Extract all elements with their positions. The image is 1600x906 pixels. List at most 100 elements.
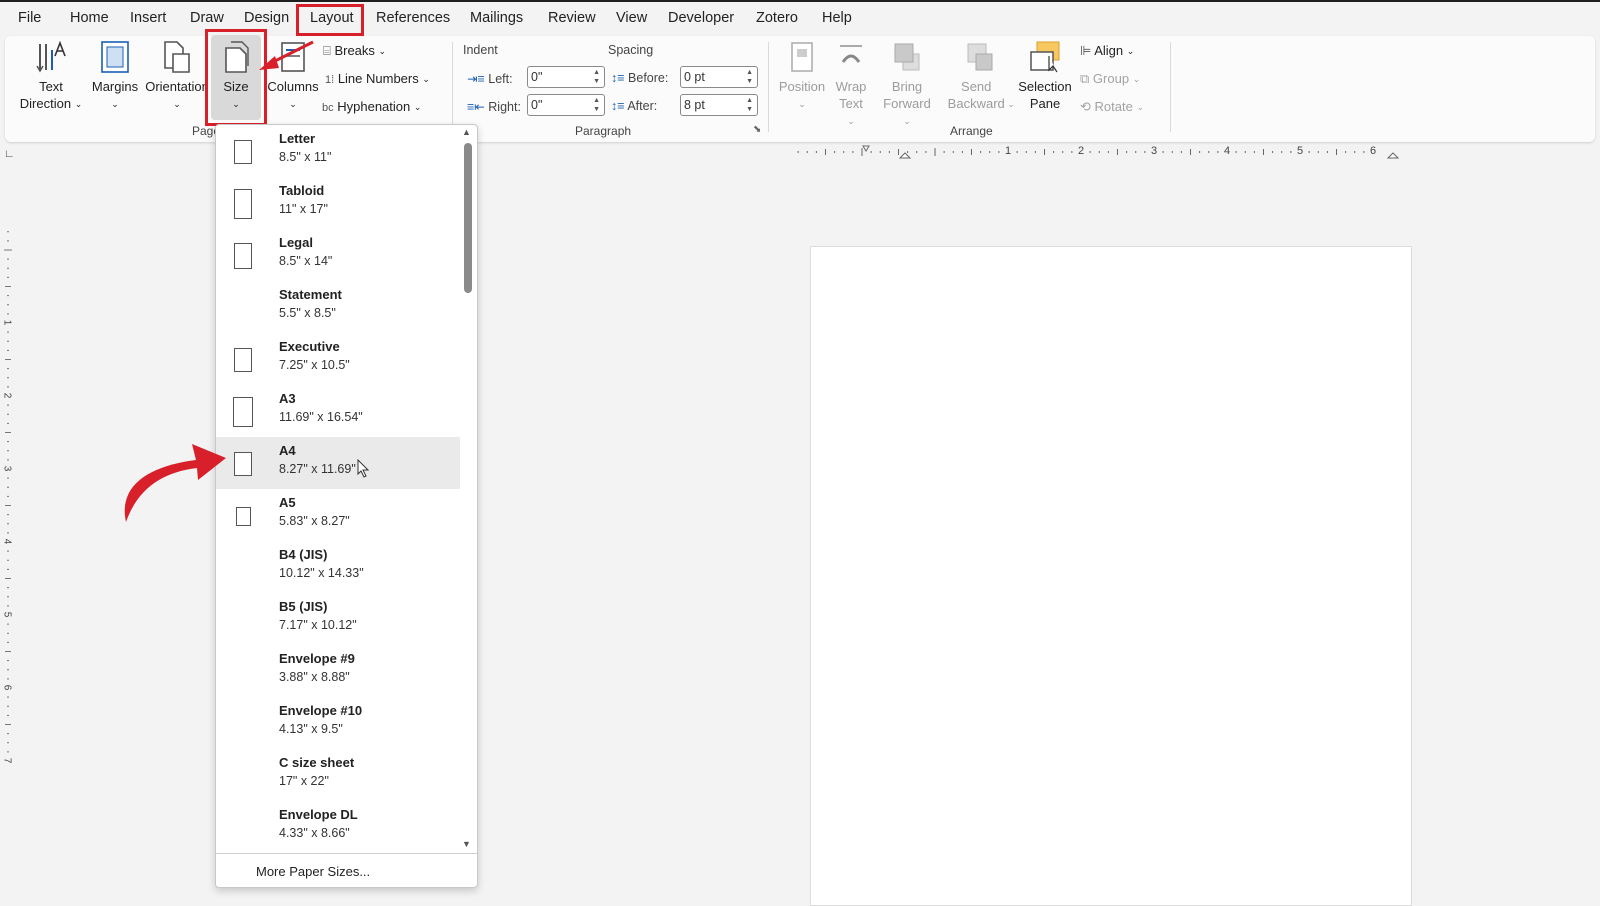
paper-size-dimensions: 3.88" x 8.88": [279, 670, 350, 684]
spacing-after-text: After:: [627, 99, 658, 113]
ruler-label: 3: [1151, 145, 1158, 157]
margins-label: Margins: [91, 79, 139, 94]
page-outline-icon: [234, 452, 252, 476]
paper-size-item[interactable]: B4 (JIS) 10.12" x 14.33": [216, 541, 460, 593]
hyphenation-icon: bc: [322, 102, 334, 114]
spacing-after-field[interactable]: 8 pt ▲ ▼: [680, 94, 758, 116]
chevron-down-icon: ⌄: [1126, 46, 1135, 56]
paper-size-item[interactable]: Letter 8.5" x 11": [216, 125, 460, 177]
selection-pane-icon: [1030, 41, 1060, 73]
paper-size-item[interactable]: Envelope DL 4.33" x 8.66": [216, 801, 460, 853]
line-numbers-icon: 1⁞: [325, 74, 335, 86]
text-direction-button[interactable]: Text Direction ⌄: [18, 40, 84, 114]
wrap-text-button[interactable]: Wrap Text ⌄: [828, 40, 874, 131]
indent-left-field[interactable]: 0" ▲ ▼: [527, 66, 605, 88]
page-outline-icon: [233, 397, 253, 427]
selection-pane-label: Selection Pane: [1018, 79, 1072, 111]
paper-size-name: Letter: [279, 131, 316, 146]
spinner-arrows-icon[interactable]: ▲ ▼: [746, 68, 753, 86]
vertical-ruler: [4, 231, 12, 762]
paper-size-item[interactable]: C size sheet 17" x 22": [216, 749, 460, 801]
horizontal-ruler: [790, 145, 1410, 159]
rotate-button[interactable]: ⟲ Rotate ⌄: [1080, 99, 1144, 115]
document-page[interactable]: [810, 246, 1412, 906]
spacing-before-field[interactable]: 0 pt ▲ ▼: [680, 66, 758, 88]
text-direction-icon: [36, 40, 66, 73]
send-backward-label: Send Backward: [947, 79, 1005, 111]
arrange-group-label: Arrange: [950, 124, 993, 138]
paper-size-item[interactable]: Statement 5.5" x 8.5": [216, 281, 460, 333]
tab-help[interactable]: Help: [822, 10, 852, 32]
align-icon: ⊫: [1080, 43, 1092, 58]
paper-size-dimensions: 4.33" x 8.66": [279, 826, 350, 840]
indent-left-icon: ⇥≡: [467, 72, 485, 86]
paper-size-dimensions: 8.27" x 11.69": [279, 462, 356, 476]
tab-mailings[interactable]: Mailings: [470, 10, 523, 32]
tab-developer[interactable]: Developer: [668, 10, 734, 32]
paragraph-group-label: Paragraph: [575, 124, 632, 138]
more-paper-sizes-link[interactable]: More Paper Sizes...: [256, 864, 370, 879]
paper-size-item[interactable]: Envelope #10 4.13" x 9.5": [216, 697, 460, 749]
bring-forward-button[interactable]: Bring Forward ⌄: [876, 40, 938, 131]
group-button[interactable]: ⧉ Group ⌄: [1080, 71, 1140, 87]
spacing-before-value: 0 pt: [684, 70, 705, 84]
breaks-label: Breaks: [334, 43, 375, 58]
red-pointer-arrow-icon: [259, 40, 314, 70]
align-label: Align: [1094, 43, 1124, 58]
tab-references[interactable]: References: [376, 10, 450, 32]
tab-insert[interactable]: Insert: [130, 10, 166, 32]
align-button[interactable]: ⊫ Align ⌄: [1080, 43, 1134, 59]
spacing-after-value: 8 pt: [684, 98, 705, 112]
paper-size-item[interactable]: Executive 7.25" x 10.5": [216, 333, 460, 385]
tab-review[interactable]: Review: [548, 10, 596, 32]
margins-button[interactable]: Margins ⌄: [88, 40, 142, 114]
paper-size-item[interactable]: B5 (JIS) 7.17" x 10.12": [216, 593, 460, 645]
chevron-down-icon: ⌄: [1132, 74, 1141, 84]
paper-size-item[interactable]: A4 8.27" x 11.69": [216, 437, 460, 489]
bring-forward-icon: [894, 43, 920, 71]
hyphenation-button[interactable]: bc Hyphenation ⌄: [322, 99, 421, 114]
position-label: Position: [778, 79, 826, 94]
paper-size-item[interactable]: A5 5.83" x 8.27": [216, 489, 460, 541]
send-backward-button[interactable]: Send Backward ⌄: [944, 40, 1016, 114]
spinner-arrows-icon[interactable]: ▲ ▼: [593, 68, 600, 86]
paper-size-item[interactable]: A3 11.69" x 16.54": [216, 385, 460, 437]
send-backward-icon: [967, 43, 993, 71]
tab-view[interactable]: View: [616, 10, 647, 32]
spinner-arrows-icon[interactable]: ▲ ▼: [593, 96, 600, 114]
paper-size-item[interactable]: Envelope #9 3.88" x 8.88": [216, 645, 460, 697]
orientation-button[interactable]: Orientation ⌄: [144, 40, 210, 114]
paper-size-name: B4 (JIS): [279, 547, 328, 562]
chevron-down-icon: ⌄: [74, 99, 83, 109]
line-numbers-button[interactable]: 1⁞ Line Numbers ⌄: [325, 71, 430, 86]
breaks-button[interactable]: ⌸ Breaks ⌄: [323, 43, 386, 59]
position-icon: [791, 42, 813, 72]
chevron-down-icon: ⌄: [111, 99, 119, 109]
scrollbar-thumb[interactable]: [464, 143, 472, 293]
paper-size-item[interactable]: Tabloid 11" x 17": [216, 177, 460, 229]
position-button[interactable]: Position ⌄: [776, 40, 828, 114]
paper-size-dimensions: 5.83" x 8.27": [279, 514, 350, 528]
paper-size-list: Letter 8.5" x 11" Tabloid 11" x 17" Legal 8.5…: [216, 125, 460, 853]
paper-size-dimensions: 7.17" x 10.12": [279, 618, 357, 632]
tab-file[interactable]: File: [18, 10, 41, 32]
scroll-down-icon[interactable]: ▼: [462, 839, 471, 849]
paper-size-item[interactable]: Legal 8.5" x 14": [216, 229, 460, 281]
selection-pane-button[interactable]: Selection Pane: [1016, 40, 1074, 112]
scroll-up-icon[interactable]: ▲: [462, 127, 471, 137]
tab-home[interactable]: Home: [70, 10, 109, 32]
red-curved-arrow-icon: [124, 444, 226, 522]
paper-size-name: Statement: [279, 287, 342, 302]
indent-right-text: Right:: [488, 100, 521, 114]
ruler-label: 4: [1, 538, 13, 545]
tab-stop-selector-icon[interactable]: ∟: [4, 148, 15, 160]
indent-right-field[interactable]: 0" ▲ ▼: [527, 94, 605, 116]
ruler-label: 2: [1078, 145, 1085, 157]
chevron-down-icon: ⌄: [798, 99, 806, 109]
dialog-launcher-icon[interactable]: ⬊: [753, 124, 761, 135]
tab-zotero[interactable]: Zotero: [756, 10, 798, 32]
dropdown-scrollbar[interactable]: ▲ ▼: [461, 125, 475, 851]
spinner-arrows-icon[interactable]: ▲ ▼: [746, 96, 753, 114]
paper-size-dimensions: 8.5" x 14": [279, 254, 333, 268]
ribbon-separator: [1170, 42, 1171, 132]
